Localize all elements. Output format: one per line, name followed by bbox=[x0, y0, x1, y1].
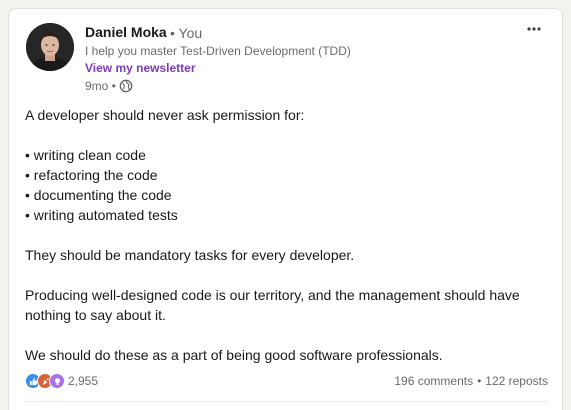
counts-separator: • bbox=[477, 374, 482, 388]
post-text-line: • refactoring the code bbox=[25, 167, 158, 183]
author-name[interactable]: Daniel Moka bbox=[85, 24, 167, 40]
post-text-line: • writing automated tests bbox=[25, 207, 178, 223]
author-relation: • You bbox=[170, 25, 203, 41]
more-options-icon bbox=[527, 27, 541, 31]
engagement-counts: 196 comments • 122 reposts bbox=[394, 374, 548, 388]
post-text-line: • documenting the code bbox=[25, 187, 172, 203]
avatar-photo bbox=[26, 23, 74, 71]
comments-count-link[interactable]: 196 comments bbox=[394, 374, 473, 388]
post-text-line: Producing well-designed code is our terr… bbox=[25, 287, 520, 303]
reactions-summary[interactable]: 2,955 bbox=[25, 373, 98, 389]
post-text-line: • writing clean code bbox=[25, 147, 146, 163]
more-options-button[interactable] bbox=[520, 19, 548, 39]
globe-icon bbox=[119, 79, 133, 93]
reposts-count-link[interactable]: 122 reposts bbox=[485, 374, 548, 388]
view-newsletter-link[interactable]: View my newsletter bbox=[85, 61, 196, 75]
post-divider bbox=[25, 401, 548, 402]
social-counts-bar: 2,955 196 comments • 122 reposts bbox=[25, 371, 548, 391]
author-headline: I help you master Test-Driven Developmen… bbox=[85, 44, 351, 58]
post-text-line: nothing to say about it. bbox=[25, 307, 166, 323]
post-timestamp: 9mo • bbox=[85, 79, 133, 93]
insightful-icon bbox=[49, 373, 65, 389]
reaction-count: 2,955 bbox=[68, 374, 99, 388]
post-age: 9mo • bbox=[85, 79, 116, 93]
feed-post-card: Daniel Moka • You I help you master Test… bbox=[8, 8, 563, 410]
reaction-icons bbox=[25, 373, 65, 389]
post-text-line: We should do these as a part of being go… bbox=[25, 347, 443, 363]
post-text-line: A developer should never ask permission … bbox=[25, 107, 305, 123]
post-text-line: They should be mandatory tasks for every… bbox=[25, 247, 355, 263]
post-text: A developer should never ask permission … bbox=[25, 105, 545, 365]
author-avatar[interactable] bbox=[26, 23, 74, 71]
